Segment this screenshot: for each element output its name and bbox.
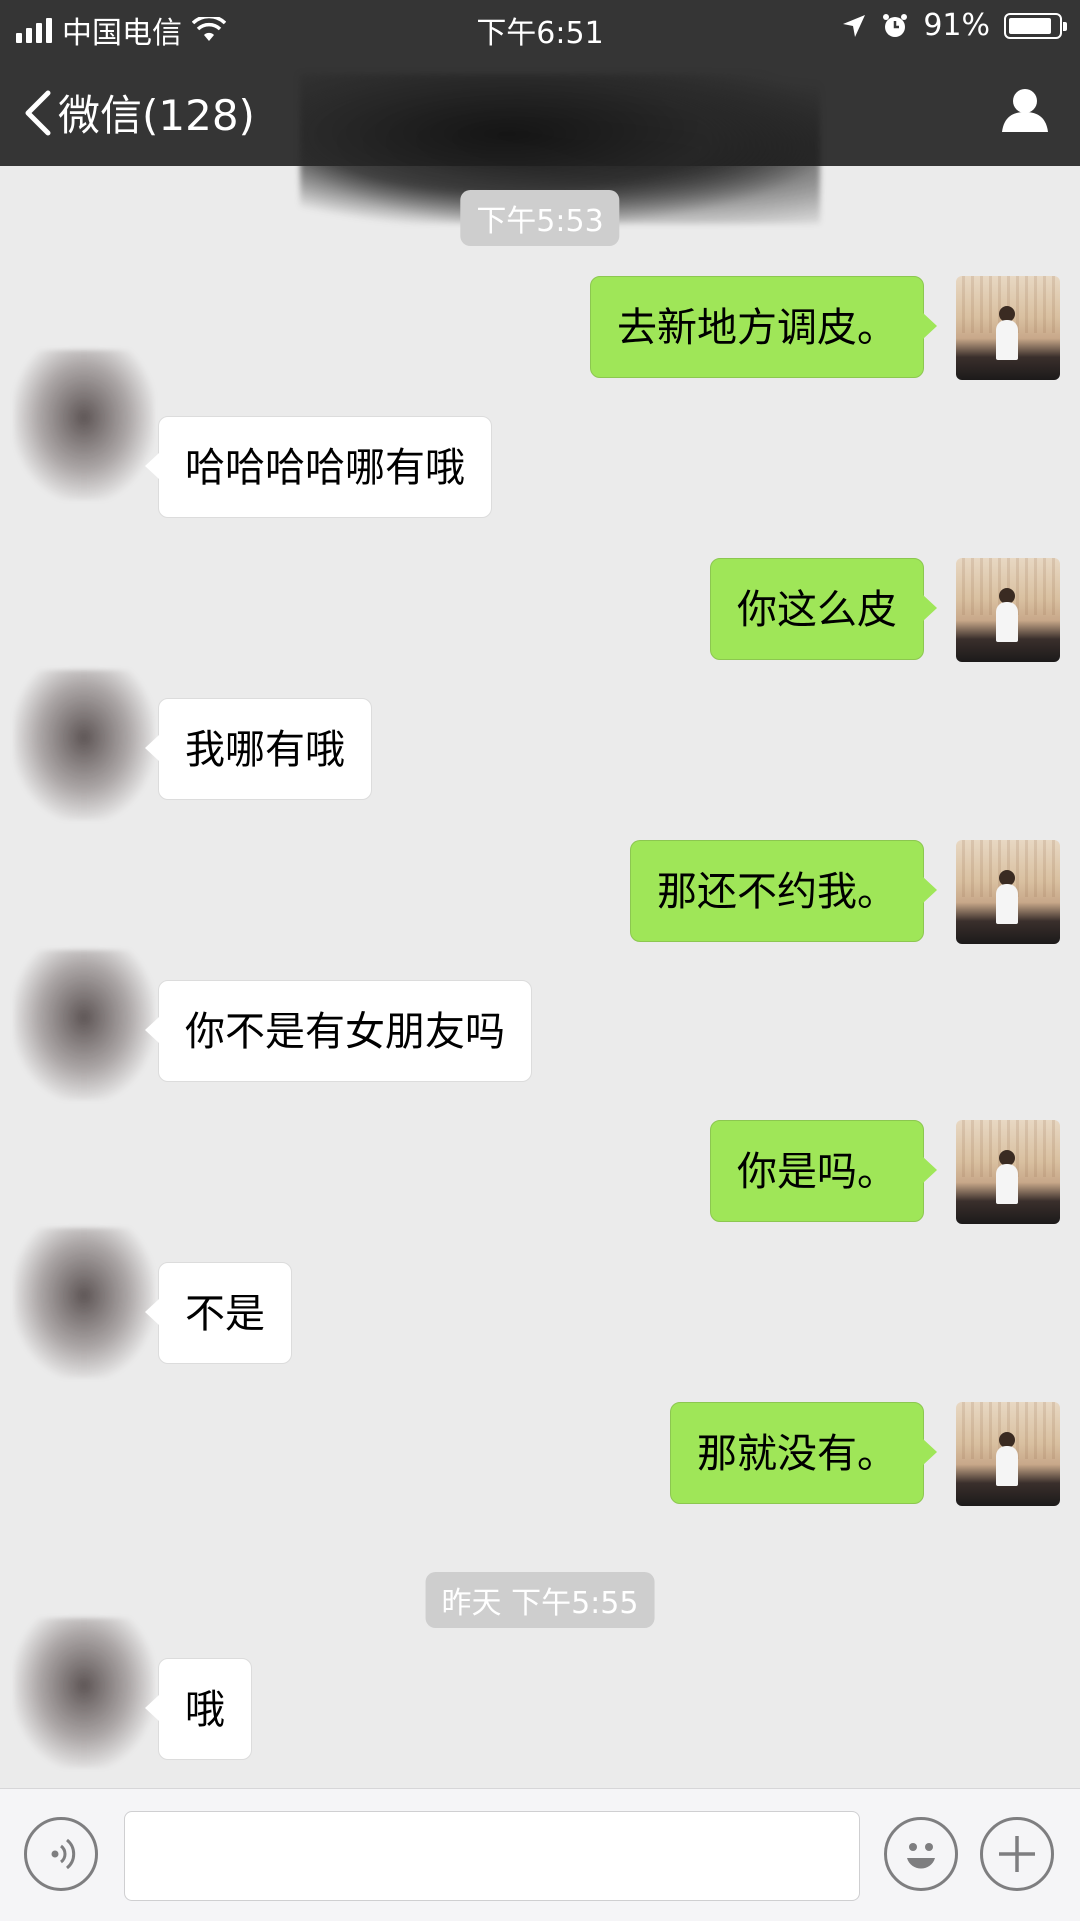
contact-avatar[interactable] bbox=[14, 670, 154, 820]
message-bubble-received[interactable]: 你不是有女朋友吗 bbox=[145, 980, 532, 1082]
alarm-icon bbox=[883, 13, 908, 37]
my-avatar[interactable] bbox=[956, 840, 1060, 944]
status-right: 91% bbox=[841, 8, 1067, 43]
chat-profile-button[interactable] bbox=[1000, 86, 1050, 138]
message-bubble-sent[interactable]: 那还不约我。 bbox=[630, 840, 937, 942]
chevron-left-icon bbox=[25, 90, 51, 135]
contact-avatar[interactable] bbox=[14, 1618, 154, 1768]
message-bubble-received[interactable]: 不是 bbox=[145, 1262, 292, 1364]
contact-avatar[interactable] bbox=[14, 350, 154, 500]
message-bubble-sent[interactable]: 你是吗。 bbox=[710, 1120, 937, 1222]
battery-icon bbox=[1004, 12, 1067, 39]
message-bubble-sent[interactable]: 那就没有。 bbox=[670, 1402, 937, 1504]
battery-percent: 91% bbox=[923, 8, 990, 43]
person-icon bbox=[1002, 89, 1048, 132]
back-label: 微信(128) bbox=[58, 91, 255, 140]
voice-button[interactable] bbox=[24, 1817, 98, 1891]
timestamp: 下午5:53 bbox=[460, 190, 620, 246]
message-bubble-received[interactable]: 我哪有哦 bbox=[145, 698, 372, 800]
back-button[interactable]: 微信(128) bbox=[22, 82, 255, 143]
contact-avatar[interactable] bbox=[14, 1228, 154, 1378]
input-bar bbox=[0, 1788, 1080, 1921]
my-avatar[interactable] bbox=[956, 558, 1060, 662]
voice-icon bbox=[51, 1838, 76, 1870]
my-avatar[interactable] bbox=[956, 276, 1060, 380]
message-bubble-received[interactable]: 哈哈哈哈哪有哦 bbox=[145, 416, 492, 518]
my-avatar[interactable] bbox=[956, 1402, 1060, 1506]
message-input[interactable] bbox=[124, 1811, 860, 1901]
plus-icon bbox=[999, 1836, 1035, 1872]
status-bar: 中国电信 下午6:51 91% bbox=[0, 0, 1080, 54]
nav-bar: 微信(128) bbox=[0, 54, 1080, 224]
message-bubble-received[interactable]: 哦 bbox=[145, 1658, 252, 1760]
battery-fill bbox=[1009, 17, 1051, 34]
message-bubble-sent[interactable]: 去新地方调皮。 bbox=[590, 276, 937, 378]
location-arrow-icon bbox=[843, 14, 866, 37]
top-bar: 中国电信 下午6:51 91% 微信(128) bbox=[0, 0, 1080, 224]
message-bubble-sent[interactable]: 你这么皮 bbox=[710, 558, 937, 660]
emoji-button[interactable] bbox=[884, 1817, 958, 1891]
contact-avatar[interactable] bbox=[14, 950, 154, 1100]
more-button[interactable] bbox=[980, 1817, 1054, 1891]
timestamp: 昨天 下午5:55 bbox=[425, 1572, 655, 1628]
emoji-icon bbox=[907, 1843, 935, 1869]
my-avatar[interactable] bbox=[956, 1120, 1060, 1224]
